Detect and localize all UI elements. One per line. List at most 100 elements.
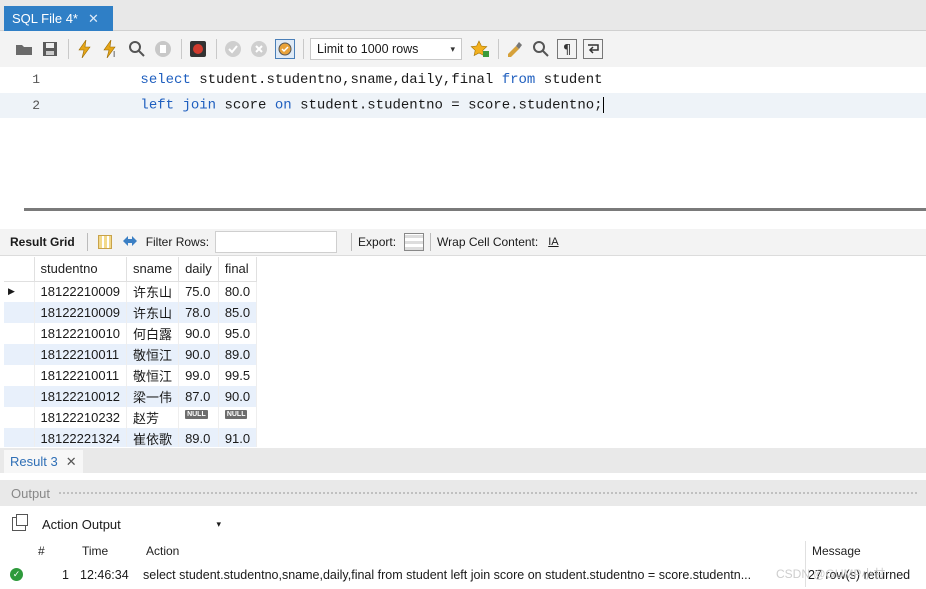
- cell-sname[interactable]: 许东山: [126, 302, 180, 323]
- output-column-headers: # Time Action Message: [0, 541, 926, 562]
- row-marker[interactable]: [4, 365, 35, 386]
- cell-daily[interactable]: 75.0: [178, 281, 219, 302]
- result-grid[interactable]: studentno sname daily final ▶ 18122210009…: [4, 257, 306, 447]
- editor-tab-bar: SQL File 4* ✕: [0, 0, 926, 31]
- row-marker-header: [4, 257, 35, 282]
- column-header[interactable]: studentno: [34, 257, 128, 282]
- watermark: CSDN @GUMP小甘: [776, 567, 886, 581]
- cell-sname[interactable]: 赵芳: [126, 407, 180, 428]
- result-toolbar: Result Grid Filter Rows: Export: Wrap Ce…: [0, 229, 926, 256]
- cell-studentno[interactable]: 18122210011: [34, 365, 128, 386]
- cell-studentno[interactable]: 18122210010: [34, 323, 128, 344]
- table-row[interactable]: 18122210010 何白露 90.0 95.0: [4, 323, 258, 344]
- output-row-num: 1: [62, 568, 69, 582]
- table-row[interactable]: 18122221324 崔依歌 89.0 91.0: [4, 428, 258, 447]
- filter-icon: [122, 234, 138, 251]
- close-icon[interactable]: ✕: [66, 454, 77, 470]
- row-marker[interactable]: [4, 428, 35, 447]
- row-marker[interactable]: [4, 407, 35, 428]
- text-cursor: [602, 97, 604, 114]
- table-row[interactable]: 18122210232 赵芳 NULL NULL: [4, 407, 258, 428]
- folder-icon[interactable]: [14, 39, 34, 59]
- export-icon[interactable]: [404, 233, 425, 251]
- column-header[interactable]: sname: [126, 257, 180, 282]
- table-row[interactable]: 18122210009 许东山 78.0 85.0: [4, 302, 258, 323]
- output-col-action: Action: [146, 544, 180, 558]
- wrap-cell-label: Wrap Cell Content:: [437, 235, 539, 249]
- row-marker[interactable]: [4, 344, 35, 365]
- table-row[interactable]: 18122210012 梁一伟 87.0 90.0: [4, 386, 258, 407]
- cell-daily[interactable]: 87.0: [178, 386, 219, 407]
- cell-studentno[interactable]: 18122210009: [34, 302, 128, 323]
- result-tab-label: Result 3: [10, 454, 58, 469]
- output-row-time: 12:46:34: [80, 568, 129, 582]
- cell-daily[interactable]: 90.0: [178, 323, 219, 344]
- output-row-action: select student.studentno,sname,daily,fin…: [143, 568, 752, 582]
- cell-daily[interactable]: 89.0: [178, 428, 219, 447]
- cell-final[interactable]: 89.0: [218, 344, 258, 365]
- editor-line-2[interactable]: 2 left join score on student.studentno =…: [0, 93, 926, 118]
- output-col-message: Message: [812, 544, 861, 558]
- row-marker[interactable]: [4, 386, 35, 407]
- filter-rows-input[interactable]: [215, 231, 338, 253]
- cell-final[interactable]: 91.0: [218, 428, 258, 447]
- code-token: student.studentno = score.studentno;: [291, 97, 603, 114]
- cell-studentno[interactable]: 18122210009: [34, 281, 128, 302]
- table-row[interactable]: 18122210011 敬恒江 90.0 89.0: [4, 344, 258, 365]
- cell-final[interactable]: 85.0: [218, 302, 258, 323]
- table-row[interactable]: 18122210011 敬恒江 99.0 99.5: [4, 365, 258, 386]
- cell-studentno[interactable]: 18122210011: [34, 344, 128, 365]
- cell-studentno[interactable]: 18122221324: [34, 428, 128, 447]
- svg-text:¶: ¶: [563, 43, 571, 56]
- result-tab-bar: Result 3 ✕: [0, 448, 926, 473]
- copy-icon[interactable]: [12, 514, 28, 531]
- grid-view-icon[interactable]: [97, 235, 112, 249]
- cell-sname[interactable]: 许东山: [126, 281, 180, 302]
- close-icon[interactable]: ✕: [88, 11, 99, 27]
- splitter-handle[interactable]: [24, 208, 926, 211]
- row-marker[interactable]: [4, 302, 35, 323]
- cell-final[interactable]: 80.0: [218, 281, 258, 302]
- cell-sname[interactable]: 何白露: [126, 323, 180, 344]
- null-badge: NULL: [224, 410, 248, 419]
- column-header[interactable]: daily: [178, 257, 219, 282]
- table-header-row: studentno sname daily final: [4, 257, 258, 282]
- cell-final[interactable]: 95.0: [218, 323, 258, 344]
- cell-daily[interactable]: NULL: [178, 407, 219, 428]
- row-marker[interactable]: ▶: [4, 281, 35, 302]
- cell-final[interactable]: 90.0: [218, 386, 258, 407]
- keyword-token: join: [182, 97, 217, 114]
- cell-final[interactable]: NULL: [218, 407, 258, 428]
- tab-result-3[interactable]: Result 3 ✕: [4, 450, 83, 473]
- result-table: studentno sname daily final ▶ 18122210009…: [4, 257, 258, 447]
- panel-splitter[interactable]: [0, 200, 926, 228]
- table-row[interactable]: ▶ 18122210009 许东山 75.0 80.0: [4, 281, 258, 302]
- cell-sname[interactable]: 崔依歌: [126, 428, 180, 447]
- save-icon[interactable]: [40, 39, 60, 59]
- panel-grip[interactable]: [58, 490, 918, 496]
- cell-sname[interactable]: 敬恒江: [126, 344, 180, 365]
- toolbar-separator: [68, 39, 69, 59]
- tab-title: SQL File 4*: [12, 11, 78, 26]
- cell-daily[interactable]: 90.0: [178, 344, 219, 365]
- output-type-select[interactable]: Action Output ▾: [42, 512, 225, 536]
- tab-sql-file-4[interactable]: SQL File 4* ✕: [4, 6, 113, 31]
- keyword-token: left: [140, 97, 175, 114]
- output-type-label: Action Output: [42, 516, 121, 532]
- toolbar-separator: [86, 233, 88, 251]
- cell-daily[interactable]: 99.0: [178, 365, 219, 386]
- row-marker[interactable]: [4, 323, 35, 344]
- cell-studentno[interactable]: 18122210012: [34, 386, 128, 407]
- output-panel-header: Output: [0, 480, 926, 506]
- cell-daily[interactable]: 78.0: [178, 302, 219, 323]
- cell-sname[interactable]: 梁一伟: [126, 386, 180, 407]
- wrap-cell-icon[interactable]: IA: [548, 236, 558, 248]
- cell-studentno[interactable]: 18122210232: [34, 407, 128, 428]
- success-check-icon: ✓: [10, 568, 23, 581]
- cell-sname[interactable]: 敬恒江: [126, 365, 180, 386]
- filter-rows-label: Filter Rows:: [145, 235, 210, 249]
- sql-editor[interactable]: 1 select student.studentno,sname,daily,f…: [0, 67, 926, 200]
- result-grid-label[interactable]: Result Grid: [10, 235, 75, 249]
- cell-final[interactable]: 99.5: [218, 365, 258, 386]
- column-header[interactable]: final: [218, 257, 258, 282]
